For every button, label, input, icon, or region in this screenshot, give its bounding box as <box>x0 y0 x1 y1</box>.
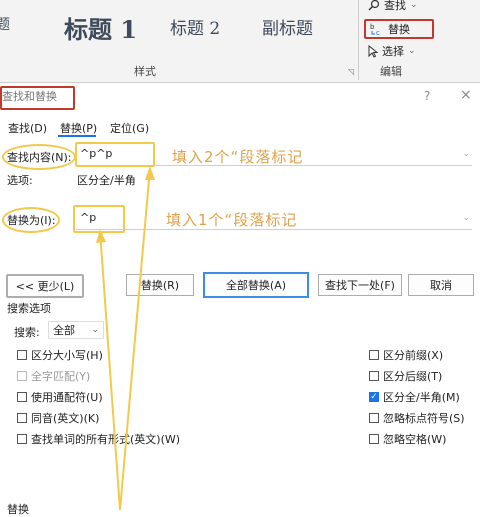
arrowhead-find <box>145 166 155 180</box>
annotation-arrows <box>96 166 155 511</box>
arrow-to-find-value <box>119 167 151 511</box>
arrow-to-replace-value <box>99 230 121 511</box>
